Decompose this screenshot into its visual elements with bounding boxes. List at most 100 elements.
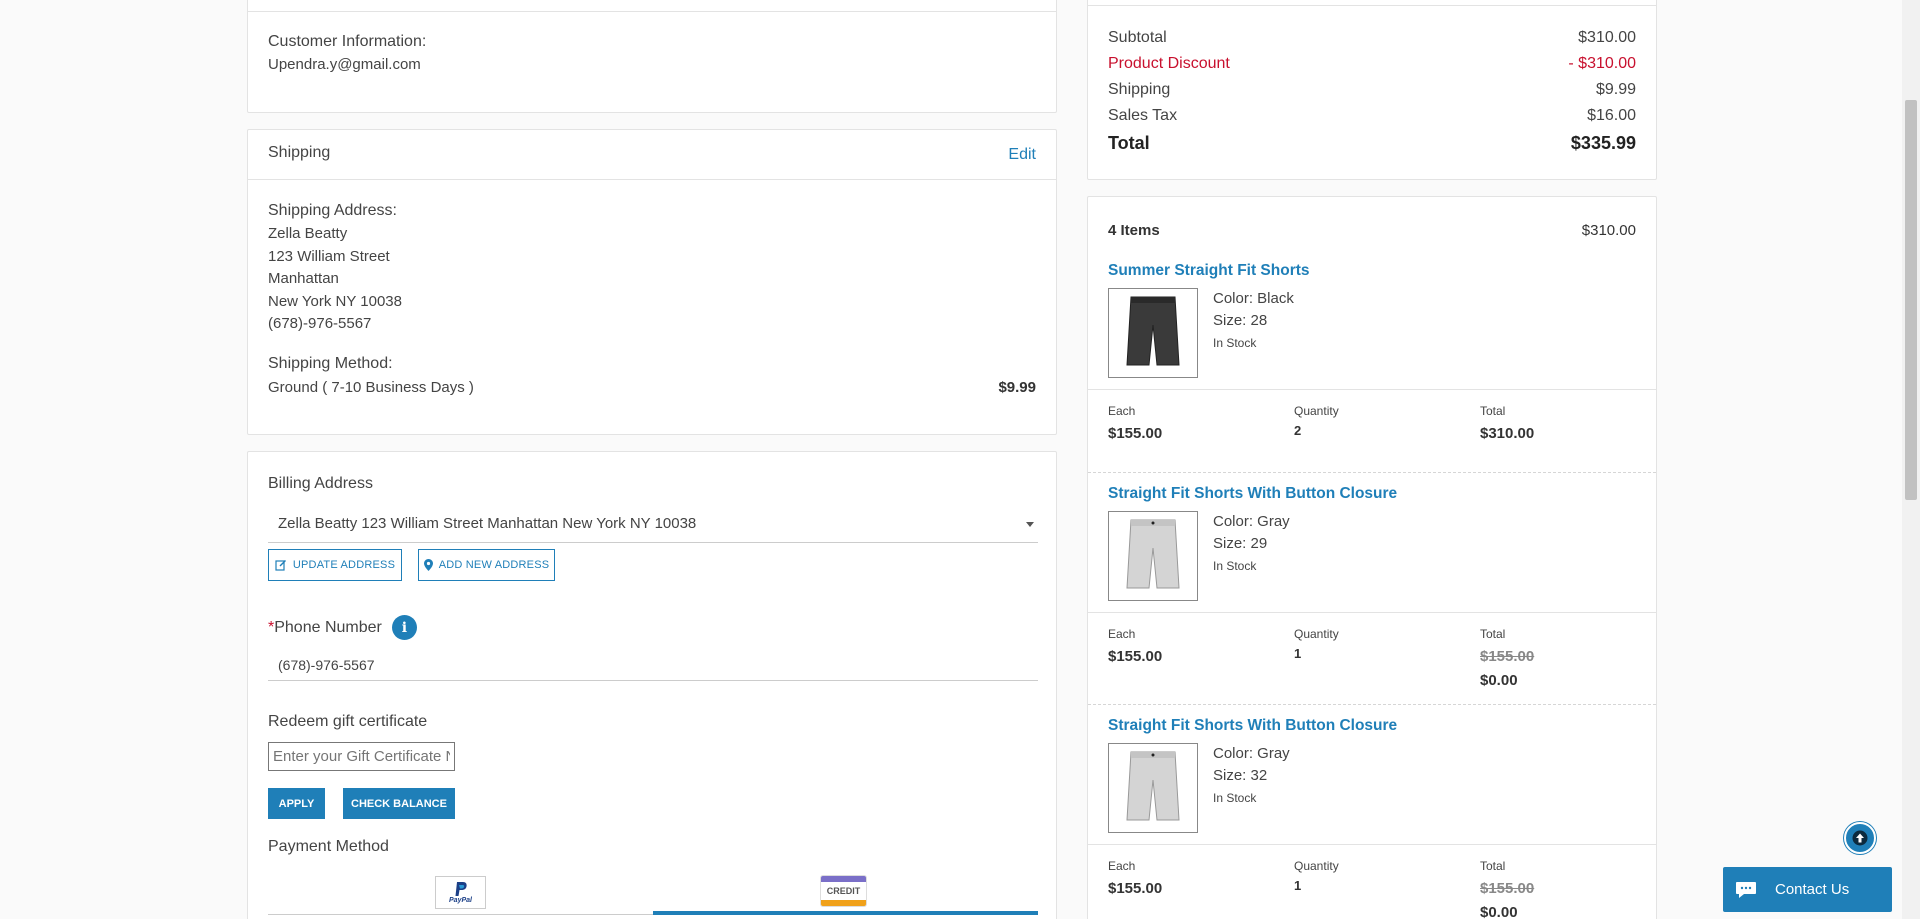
order-summary-card: Subtotal $310.00 Product Discount - $310… (1087, 0, 1657, 180)
phone-input[interactable] (268, 649, 1038, 681)
product-thumbnail[interactable] (1108, 511, 1198, 601)
quantity-label: Quantity (1294, 859, 1339, 873)
shipping-value: $9.99 (1595, 81, 1636, 98)
total-row: Total $335.99 (1108, 133, 1636, 154)
item-divider (1088, 612, 1656, 613)
shipping-title: Shipping (268, 144, 331, 161)
payment-tab-credit[interactable]: CREDIT (653, 870, 1038, 915)
billing-title: Billing Address (268, 475, 373, 492)
tax-label: Sales Tax (1108, 107, 1178, 124)
update-address-button[interactable]: UPDATE ADDRESS (268, 549, 402, 581)
scrollbar-thumb[interactable] (1905, 100, 1917, 500)
line-total: $0.00 (1480, 904, 1518, 919)
shipping-label: Shipping (1108, 81, 1171, 98)
each-price: $155.00 (1108, 648, 1163, 665)
edit-icon (275, 560, 286, 571)
stock-status: In Stock (1213, 791, 1257, 805)
cart-items-card: 4 Items $310.00 Summer Straight Fit Shor… (1087, 196, 1657, 919)
paypal-p-icon (455, 882, 467, 896)
total-label: Total (1108, 133, 1150, 153)
discount-label: Product Discount (1108, 55, 1230, 72)
payment-method-label: Payment Method (268, 838, 389, 855)
tax-value: $16.00 (1587, 107, 1636, 124)
each-price: $155.00 (1108, 880, 1163, 897)
card-header-divider (248, 11, 1056, 12)
discount-row: Product Discount - $310.00 (1108, 55, 1636, 73)
product-thumbnail[interactable] (1108, 288, 1198, 378)
shipping-header-divider (248, 179, 1056, 180)
line-total: $0.00 (1480, 672, 1518, 689)
product-title[interactable]: Summer Straight Fit Shorts (1108, 262, 1310, 280)
quantity-label: Quantity (1294, 627, 1339, 641)
map-marker-icon (423, 559, 433, 571)
contact-us-label: Contact Us (1775, 881, 1850, 898)
billing-address-select[interactable]: Zella Beatty 123 William Street Manhatta… (268, 510, 1038, 543)
quantity-label: Quantity (1294, 404, 1339, 418)
address-line: New York NY 10038 (268, 292, 402, 310)
shipping-row: Shipping $9.99 (1108, 81, 1636, 99)
subtotal-value: $310.00 (1578, 29, 1636, 46)
shorts-image (1126, 519, 1180, 589)
each-label: Each (1108, 859, 1136, 873)
shorts-image (1126, 296, 1180, 366)
phone-label: Phone Number (274, 618, 382, 636)
check-balance-button[interactable]: CHECK BALANCE (343, 788, 455, 819)
address-line: (678)-976-5567 (268, 315, 372, 332)
product-title[interactable]: Straight Fit Shorts With Button Closure (1108, 717, 1397, 735)
address-line: Zella Beatty (268, 225, 348, 242)
update-address-label: UPDATE ADDRESS (292, 559, 396, 571)
each-price: $155.00 (1108, 425, 1163, 442)
paypal-text: PayPal (449, 897, 472, 904)
product-color: Color: Gray (1213, 513, 1290, 530)
scrollbar[interactable] (1902, 0, 1920, 919)
quantity-value: 1 (1294, 646, 1302, 661)
product-size: Size: 29 (1213, 535, 1268, 552)
arrow-up-icon (1852, 830, 1868, 846)
add-new-address-label: ADD NEW ADDRESS (438, 559, 550, 571)
gift-certificate-label: Redeem gift certificate (268, 713, 428, 730)
gift-certificate-input[interactable] (268, 742, 455, 771)
credit-card-icon: CREDIT (820, 875, 867, 907)
shipping-method: Ground ( 7-10 Business Days ) (268, 379, 474, 396)
stock-status: In Stock (1213, 336, 1257, 350)
apply-button[interactable]: APPLY (268, 788, 325, 819)
paypal-logo: PayPal (435, 876, 486, 909)
shipping-address-label: Shipping Address: (268, 202, 397, 219)
info-icon[interactable]: i (391, 615, 417, 640)
shipping-method-price: $9.99 (998, 379, 1036, 396)
total-col-label: Total (1480, 627, 1506, 641)
address-line: 123 William Street (268, 247, 390, 265)
item-separator (1088, 704, 1656, 705)
discount-value: - $310.00 (1568, 55, 1636, 72)
contact-us-button[interactable]: Contact Us (1723, 867, 1892, 912)
product-color: Color: Black (1213, 290, 1294, 307)
cart-count-row: 4 Items $310.00 (1108, 222, 1636, 239)
original-total: $155.00 (1480, 648, 1535, 665)
product-title[interactable]: Straight Fit Shorts With Button Closure (1108, 485, 1397, 503)
stock-status: In Stock (1213, 559, 1257, 573)
total-col-label: Total (1480, 859, 1506, 873)
cart-count-total: $310.00 (1581, 222, 1636, 239)
phone-label-row: * Phone Number i (268, 615, 417, 640)
product-size: Size: 28 (1213, 312, 1268, 329)
chat-icon (1736, 881, 1756, 898)
shipping-card: Shipping Edit Shipping Address: Zella Be… (247, 129, 1057, 435)
billing-address-selected: Zella Beatty 123 William Street Manhatta… (278, 515, 697, 532)
each-label: Each (1108, 627, 1136, 641)
subtotal-row: Subtotal $310.00 (1108, 29, 1636, 47)
customer-info-card: Customer Information: Upendra.y@gmail.co… (247, 0, 1057, 113)
shipping-edit-link[interactable]: Edit (1008, 146, 1036, 164)
customer-email: Upendra.y@gmail.com (268, 56, 421, 73)
scroll-to-top-button[interactable] (1844, 822, 1876, 854)
shipping-address: Zella Beatty 123 William Street Manhatta… (268, 223, 402, 336)
total-col-label: Total (1480, 404, 1506, 418)
quantity-value: 2 (1294, 423, 1302, 438)
shipping-method-label: Shipping Method: (268, 355, 393, 372)
chevron-down-icon (1026, 522, 1034, 527)
payment-tab-paypal[interactable]: PayPal (268, 870, 653, 915)
summary-top-divider (1088, 5, 1656, 6)
add-new-address-button[interactable]: ADD NEW ADDRESS (418, 549, 555, 581)
address-line: Manhattan (268, 270, 339, 287)
original-total: $155.00 (1480, 880, 1535, 897)
product-thumbnail[interactable] (1108, 743, 1198, 833)
